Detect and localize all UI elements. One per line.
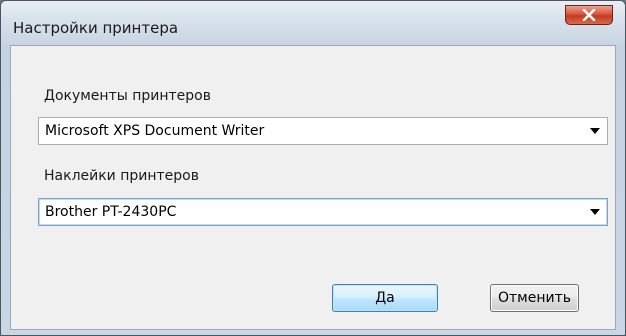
title-bar[interactable]: Настройки принтера: [1, 1, 625, 45]
label-printers-select[interactable]: Brother PT-2430PC: [38, 198, 608, 226]
dialog-content: Документы принтеров Microsoft XPS Docume…: [10, 45, 616, 330]
ok-button[interactable]: Да: [332, 284, 438, 312]
cancel-button[interactable]: Отменить: [490, 284, 579, 312]
label-printers-value: Brother PT-2430PC: [45, 204, 177, 220]
window-title: Настройки принтера: [13, 19, 179, 37]
chevron-down-icon[interactable]: [583, 118, 607, 144]
close-button[interactable]: [565, 5, 613, 25]
label-printers-label: Наклейки принтеров: [44, 168, 199, 184]
chevron-down-icon[interactable]: [583, 199, 607, 225]
document-printers-label: Документы принтеров: [44, 88, 211, 104]
printer-settings-dialog: Настройки принтера Документы принтеров M…: [0, 0, 626, 336]
document-printers-value: Microsoft XPS Document Writer: [45, 123, 265, 139]
document-printers-select[interactable]: Microsoft XPS Document Writer: [38, 117, 608, 145]
close-icon: [582, 9, 596, 21]
